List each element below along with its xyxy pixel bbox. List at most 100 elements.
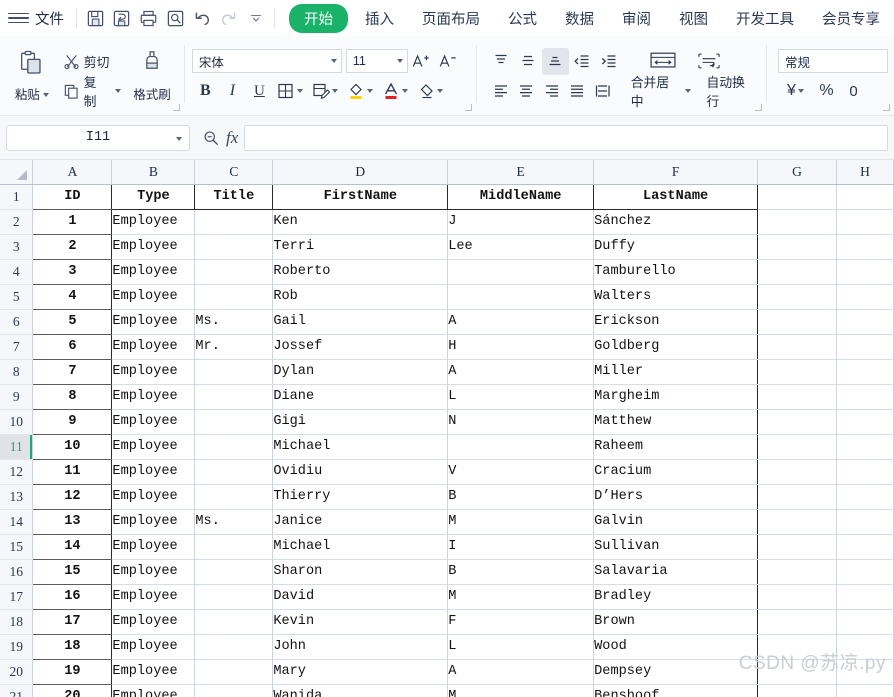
cell-G3[interactable] [757, 234, 837, 260]
cell-D20[interactable]: Mary [272, 659, 449, 685]
cell-A18[interactable]: 17 [32, 609, 113, 635]
cell-C8[interactable] [194, 359, 274, 385]
cell-D2[interactable]: Ken [272, 209, 449, 235]
cell-H4[interactable] [836, 259, 894, 285]
row-header-10[interactable]: 10 [0, 409, 34, 435]
customize-chevron-icon[interactable] [243, 5, 268, 31]
cell-A8[interactable]: 7 [32, 359, 113, 385]
percent-format-button[interactable]: % [813, 78, 840, 105]
cell-A6[interactable]: 5 [32, 309, 113, 335]
cell-D16[interactable]: Sharon [272, 559, 449, 585]
paste-button[interactable]: 粘贴 [6, 43, 58, 109]
cell-F18[interactable]: Brown [593, 609, 759, 635]
cell-H1[interactable] [836, 184, 894, 210]
cell-D15[interactable]: Michael [272, 534, 449, 560]
cell-E5[interactable] [447, 284, 595, 310]
column-header-b[interactable]: B [111, 160, 196, 185]
cell-B4[interactable]: Employee [111, 259, 196, 285]
tab-formula[interactable]: 公式 [497, 5, 548, 32]
cell-C18[interactable] [194, 609, 274, 635]
align-justify-icon[interactable] [565, 78, 591, 105]
cell-E16[interactable]: B [447, 559, 595, 585]
cell-D4[interactable]: Roberto [272, 259, 449, 285]
cell-F12[interactable]: Cracium [593, 459, 759, 485]
name-box-chevron-down-icon[interactable] [176, 136, 182, 141]
cell-D7[interactable]: Jossef [272, 334, 449, 360]
cell-style-chevron-down-icon[interactable] [332, 89, 339, 93]
cell-C2[interactable] [194, 209, 274, 235]
column-header-h[interactable]: H [836, 160, 894, 185]
cell-A7[interactable]: 6 [32, 334, 113, 360]
cell-B1[interactable]: Type [111, 184, 196, 210]
cell-F6[interactable]: Erickson [593, 309, 759, 335]
wrap-text-icon[interactable] [685, 48, 733, 75]
row-header-4[interactable]: 4 [0, 259, 34, 285]
cell-B21[interactable]: Employee [111, 684, 196, 697]
cell-C13[interactable] [194, 484, 274, 510]
font-color-button[interactable] [378, 78, 413, 105]
cell-A9[interactable]: 8 [32, 384, 113, 410]
cell-H18[interactable] [836, 609, 894, 635]
format-painter-button[interactable]: 格式刷 [126, 43, 178, 109]
row-header-12[interactable]: 12 [0, 459, 34, 485]
cell-B14[interactable]: Employee [111, 509, 196, 535]
cell-B13[interactable]: Employee [111, 484, 196, 510]
merge-center-chevron-down-icon[interactable] [684, 89, 691, 93]
cell-D18[interactable]: Kevin [272, 609, 449, 635]
cell-A13[interactable]: 12 [32, 484, 113, 510]
cell-E10[interactable]: N [447, 409, 595, 435]
cell-C15[interactable] [194, 534, 274, 560]
row-header-18[interactable]: 18 [0, 609, 34, 635]
cell-C19[interactable] [194, 634, 274, 660]
cell-F3[interactable]: Duffy [593, 234, 759, 260]
align-right-icon[interactable] [539, 78, 565, 105]
cell-F10[interactable]: Matthew [593, 409, 759, 435]
cell-C3[interactable] [194, 234, 274, 260]
column-header-a[interactable]: A [32, 160, 113, 185]
cell-H16[interactable] [836, 559, 894, 585]
cell-E8[interactable]: A [447, 359, 595, 385]
cell-B18[interactable]: Employee [111, 609, 196, 635]
tab-view[interactable]: 视图 [668, 5, 719, 32]
cell-F14[interactable]: Galvin [593, 509, 759, 535]
font-name-select[interactable]: 宋体 [191, 49, 342, 73]
cell-C12[interactable] [194, 459, 274, 485]
save-icon[interactable] [83, 5, 108, 31]
cell-G7[interactable] [757, 334, 837, 360]
cell-E19[interactable]: L [447, 634, 595, 660]
cell-D6[interactable]: Gail [272, 309, 449, 335]
cell-B17[interactable]: Employee [111, 584, 196, 610]
cell-B8[interactable]: Employee [111, 359, 196, 385]
merge-center-button[interactable]: 合并居中 [626, 75, 696, 109]
wrap-text-button[interactable]: 自动换行 [702, 75, 760, 109]
row-header-8[interactable]: 8 [0, 359, 34, 385]
font-size-chevron-down-icon[interactable] [396, 59, 403, 63]
cell-D13[interactable]: Thierry [272, 484, 449, 510]
select-all-corner[interactable] [0, 160, 34, 185]
cell-A4[interactable]: 3 [32, 259, 113, 285]
cell-F20[interactable]: Dempsey [593, 659, 759, 685]
cell-G9[interactable] [757, 384, 837, 410]
cell-A2[interactable]: 1 [32, 209, 113, 235]
italic-button[interactable]: I [219, 78, 246, 105]
tab-member-exclusive[interactable]: 会员专享 [811, 5, 891, 32]
cell-C4[interactable] [194, 259, 274, 285]
cell-B16[interactable]: Employee [111, 559, 196, 585]
save-as-icon[interactable] [110, 5, 135, 31]
decrease-font-size-icon[interactable] [435, 48, 462, 75]
tab-review[interactable]: 审阅 [611, 5, 662, 32]
clear-format-button[interactable] [413, 78, 448, 105]
comma-format-button[interactable]: 0 [840, 78, 867, 105]
cell-D11[interactable]: Michael [272, 434, 449, 460]
cell-C6[interactable]: Ms. [194, 309, 274, 335]
row-header-15[interactable]: 15 [0, 534, 34, 560]
tab-data[interactable]: 数据 [554, 5, 605, 32]
row-header-5[interactable]: 5 [0, 284, 34, 310]
bold-button[interactable]: B [192, 78, 219, 105]
cell-B9[interactable]: Employee [111, 384, 196, 410]
cell-H14[interactable] [836, 509, 894, 535]
cell-B3[interactable]: Employee [111, 234, 196, 260]
cell-E11[interactable] [447, 434, 595, 460]
cell-H10[interactable] [836, 409, 894, 435]
cell-B11[interactable]: Employee [111, 434, 196, 460]
